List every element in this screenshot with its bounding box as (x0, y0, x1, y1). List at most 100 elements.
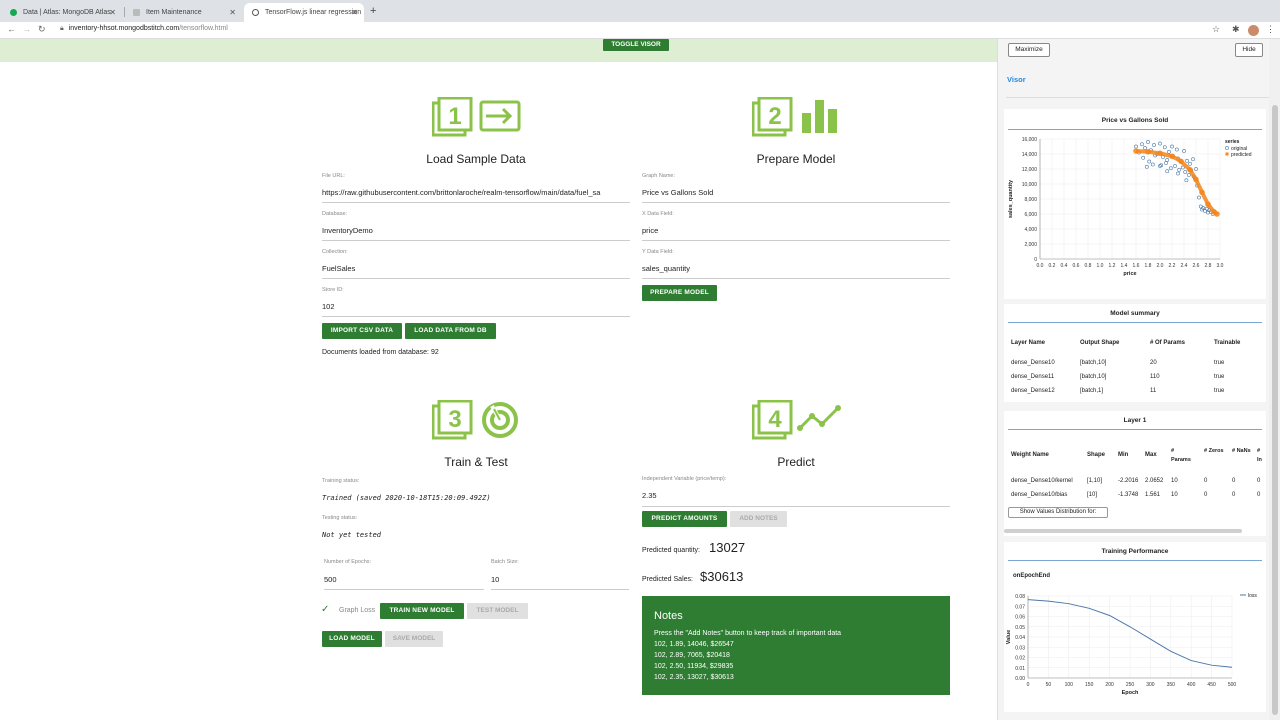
load-from-db-button[interactable]: LOAD DATA FROM DB (405, 323, 496, 339)
x-tick-label: 0.8 (1085, 263, 1092, 269)
x-tick-label: 1.0 (1097, 263, 1104, 269)
step-4-title: Predict (777, 455, 815, 469)
batch-size-input[interactable]: 10 (491, 575, 629, 584)
table-cell: 0 (1257, 478, 1261, 484)
table-cell: 110 (1150, 374, 1160, 380)
back-arrow-icon[interactable]: ← (7, 24, 16, 34)
y-tick-label: 0.04 (1015, 635, 1025, 641)
tab-title: TensorFlow.js linear regression (265, 9, 362, 16)
on-epoch-end-label: onEpochEnd (1013, 573, 1050, 579)
menu-dots-icon[interactable]: ⋮ (1266, 24, 1275, 35)
x-field-input[interactable]: price (642, 226, 950, 235)
table-cell: 10 (1171, 478, 1178, 484)
x-tick-label: 100 (1065, 682, 1074, 688)
training-performance-card: Training Performance onEpochEnd 0.00 0.01… (1004, 542, 1266, 712)
show-values-distribution-button[interactable]: Show Values Distribution for: (1008, 507, 1108, 518)
table-cell: dense_Dense10/kernel (1011, 478, 1073, 484)
graph-loss-check-icon[interactable]: ✓ (321, 604, 329, 615)
tab-strip: Data | Atlas: MongoDB Atlas ✕ Item Maint… (0, 0, 1280, 22)
table-cell: true (1214, 374, 1225, 380)
train-new-model-button[interactable]: TRAIN NEW MODEL (380, 603, 464, 619)
database-input[interactable]: InventoryDemo (322, 226, 630, 235)
store-id-label: Store ID: (322, 287, 344, 293)
collection-label: Collection: (322, 249, 348, 255)
table-cell: dense_Dense12 (1011, 388, 1055, 394)
horizontal-scrollbar[interactable] (1004, 529, 1242, 533)
database-label: Database: (322, 211, 348, 217)
notes-line: 102, 2.35, 13027, $30613 (654, 674, 734, 681)
forward-arrow-icon[interactable]: → (22, 24, 31, 34)
avatar[interactable] (1248, 25, 1259, 36)
col-header: Layer Name (1011, 340, 1046, 346)
col-header: # Params (1171, 448, 1191, 463)
extensions-puzzle-icon[interactable]: ✱ (1232, 24, 1240, 35)
table-cell: 10 (1171, 492, 1178, 498)
tab-tensorflow[interactable]: TensorFlow.js linear regression ✕ (244, 3, 364, 22)
x-axis-label: price (1123, 271, 1136, 277)
close-tab-icon[interactable]: ✕ (351, 8, 358, 17)
star-icon[interactable]: ☆ (1212, 24, 1220, 35)
save-model-button[interactable]: SAVE MODEL (385, 631, 443, 647)
load-model-button[interactable]: LOAD MODEL (322, 631, 382, 647)
data-point (1165, 169, 1170, 174)
reload-icon[interactable]: ↻ (38, 24, 46, 35)
table-cell: 20 (1150, 360, 1157, 366)
data-point (1167, 149, 1171, 154)
y-tick-label: 12,000 (1022, 167, 1038, 173)
maximize-button[interactable]: Maximize (1008, 43, 1050, 57)
store-id-input[interactable]: 102 (322, 302, 630, 311)
url-field[interactable]: 🔒︎ inventory-hhsot.mongodbstitch.com/tens… (60, 25, 228, 33)
graph-name-input[interactable]: Price vs Gallons Sold (642, 188, 950, 197)
layer-1-title: Layer 1 (1123, 417, 1147, 424)
predict-amounts-button[interactable]: PREDICT AMOUNTS (642, 511, 727, 527)
collection-input[interactable]: FuelSales (322, 264, 630, 273)
x-tick-label: 150 (1085, 682, 1094, 688)
legend-marker-predicted (1225, 152, 1229, 156)
epochs-input[interactable]: 500 (324, 575, 484, 584)
data-point (1173, 164, 1177, 168)
visor-panel: Maximize Hide Visor Price vs Gallons Sol… (997, 39, 1280, 720)
loss-chart: 0.00 0.01 0.02 0.03 0.04 0.05 0.06 0.07 0.08 0 50 1… (1006, 593, 1257, 696)
x-tick-label: 1.4 (1121, 263, 1128, 269)
notes-heading: Notes (654, 610, 683, 622)
tab-item-maintenance[interactable]: Item Maintenance ✕ (125, 3, 242, 22)
data-point (1140, 142, 1144, 147)
independent-variable-input[interactable]: 2.35 (642, 491, 950, 500)
data-point (1188, 161, 1192, 166)
svg-text:1: 1 (448, 103, 461, 130)
y-axis-label: sales_quantity (1008, 179, 1014, 218)
tab-visor[interactable]: Visor (1007, 75, 1026, 84)
notes-panel: Notes Press the "Add Notes" button to ke… (642, 596, 950, 695)
toggle-visor-button[interactable]: TOGGLE VISOR (603, 39, 669, 51)
table-cell: 0 (1232, 492, 1236, 498)
scatter-chart: 02,0004,0006,0008,00010,00012,00014,0001… (1008, 137, 1252, 277)
col-header: # NaNs (1232, 448, 1251, 454)
hide-button[interactable]: Hide (1235, 43, 1263, 57)
y-axis-label: Value (1006, 630, 1012, 644)
y-tick-label: 10,000 (1022, 182, 1038, 188)
tab-mongodb-atlas[interactable]: Data | Atlas: MongoDB Atlas ✕ (2, 3, 122, 22)
new-tab-plus-icon[interactable]: + (370, 5, 376, 17)
predicted-quantity-value: 13027 (709, 540, 746, 555)
x-tick-label: 1.2 (1109, 263, 1116, 269)
close-tab-icon[interactable]: ✕ (109, 8, 116, 17)
file-url-input[interactable]: https://raw.githubusercontent.com/britto… (322, 188, 630, 197)
add-notes-button[interactable]: ADD NOTES (730, 511, 787, 527)
y-tick-label: 16,000 (1022, 137, 1038, 143)
tab-title: Data | Atlas: MongoDB Atlas (23, 9, 111, 16)
test-model-button[interactable]: TEST MODEL (467, 603, 528, 619)
col-header: Max (1145, 452, 1157, 458)
graph-name-label: Graph Name: (642, 173, 676, 179)
prepare-model-button[interactable]: PREPARE MODEL (642, 285, 717, 301)
independent-variable-label: Independent Variable (price/temp): (642, 476, 727, 482)
data-point (1177, 167, 1182, 172)
y-field-input[interactable]: sales_quantity (642, 264, 950, 273)
import-csv-button[interactable]: IMPORT CSV DATA (322, 323, 402, 339)
x-tick-label: 200 (1105, 682, 1114, 688)
close-tab-icon[interactable]: ✕ (229, 8, 236, 17)
svg-text:2: 2 (768, 103, 781, 130)
visor-scroll-thumb[interactable] (1272, 105, 1278, 715)
table-cell: 0 (1204, 492, 1208, 498)
table-cell: true (1214, 388, 1225, 394)
data-point (1191, 157, 1195, 162)
